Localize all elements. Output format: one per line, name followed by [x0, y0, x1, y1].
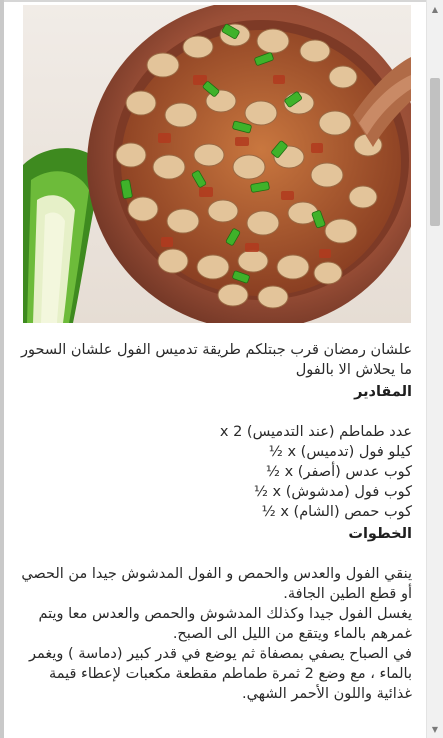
foul-medames-dish-photo [23, 5, 411, 323]
ingredient-item: عدد طماطم (عند التدميس) x 2 [219, 424, 412, 440]
step-item: ينقي الفول والعدس والحمص و الفول المدشوش… [21, 566, 412, 602]
step-item: يغسل الفول جيدا وكذلك المدشوش والحمص وال… [38, 606, 413, 642]
scroll-up-arrow-icon[interactable]: ▲ [427, 2, 443, 16]
ingredient-item: كوب حمص (الشام) x ½ [261, 504, 412, 520]
window-left-edge [0, 0, 4, 738]
dish-photo [23, 5, 411, 323]
scrollbar-thumb[interactable] [430, 78, 440, 226]
step-item: في الصباح يصفي بمصفاة ثم يوضع في قدر كبي… [28, 646, 412, 702]
ingredient-item: كوب عدس (أصفر) x ½ [265, 464, 412, 480]
ingredients-heading: المقادير [354, 384, 412, 400]
window-top-edge [0, 0, 443, 2]
recipe-article: علشان رمضان قرب جبتلكم طريقة تدميس الفول… [20, 340, 412, 704]
ingredient-item: كيلو فول (تدميس) x ½ [268, 444, 412, 460]
scroll-down-arrow-icon[interactable]: ▼ [427, 722, 443, 736]
recipe-intro: علشان رمضان قرب جبتلكم طريقة تدميس الفول… [21, 342, 412, 378]
vertical-scrollbar[interactable]: ▲ ▼ [426, 0, 443, 738]
steps-heading: الخطوات [348, 526, 412, 542]
ingredient-item: كوب فول (مدشوش) x ½ [253, 484, 412, 500]
